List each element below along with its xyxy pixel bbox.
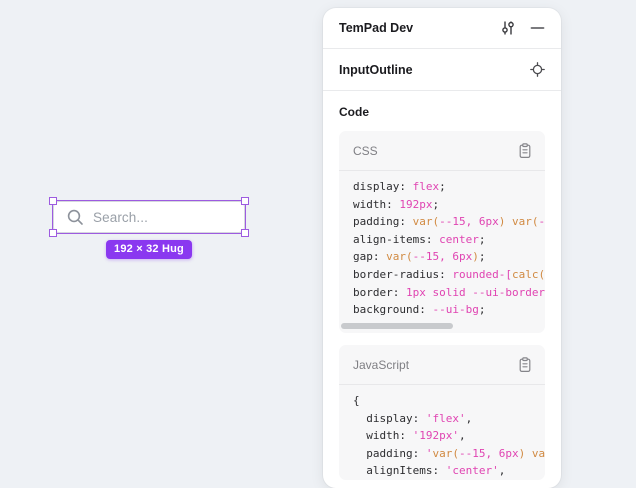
javascript-card-title: JavaScript xyxy=(353,358,518,372)
code-line: padding: 'var(--15, 6px) var xyxy=(353,445,545,463)
code-line: width: 192px; xyxy=(353,196,545,214)
javascript-code-card: JavaScript { display: 'flex', width: '19… xyxy=(339,345,545,480)
code-line: { xyxy=(353,392,545,410)
code-line: border: 1px solid --ui-border- xyxy=(353,284,545,302)
locate-target-icon[interactable] xyxy=(530,62,545,77)
css-card-title: CSS xyxy=(353,144,518,158)
css-code-card: CSS display: flex;width: 192px;padding: … xyxy=(339,131,545,333)
tempad-dev-panel: TemPad Dev InputOutline xyxy=(323,8,561,488)
search-input-component[interactable]: Search... xyxy=(53,201,245,233)
minimize-icon[interactable] xyxy=(530,20,545,36)
javascript-code[interactable]: { display: 'flex', width: '192px', paddi… xyxy=(339,385,545,480)
code-line: padding: var(--15, 6px) var(-- xyxy=(353,213,545,231)
panel-title: TemPad Dev xyxy=(339,21,500,35)
code-line: border-radius: rounded-[calc(v xyxy=(353,266,545,284)
copy-clipboard-icon[interactable] xyxy=(518,357,532,373)
size-badge: 192 × 32 Hug xyxy=(106,240,192,259)
code-line: background: --ui-bg; xyxy=(353,301,545,319)
css-card-header: CSS xyxy=(339,131,545,171)
selected-component-row: InputOutline xyxy=(323,49,561,91)
code-line: gap: var(--15, 6px); xyxy=(353,248,545,266)
code-line: alignItems: 'center', xyxy=(353,462,545,480)
panel-header: TemPad Dev xyxy=(323,8,561,49)
copy-clipboard-icon[interactable] xyxy=(518,143,532,159)
code-line: display: flex; xyxy=(353,178,545,196)
code-line: align-items: center; xyxy=(353,231,545,249)
horizontal-scrollbar[interactable] xyxy=(339,320,545,333)
component-name: InputOutline xyxy=(339,63,530,77)
search-icon xyxy=(66,208,84,226)
scrollbar-thumb[interactable] xyxy=(341,323,453,329)
code-line: width: '192px', xyxy=(353,427,545,445)
css-code[interactable]: display: flex;width: 192px;padding: var(… xyxy=(339,171,545,319)
search-placeholder-text: Search... xyxy=(93,210,148,225)
code-section-title: Code xyxy=(339,105,545,119)
settings-sliders-icon[interactable] xyxy=(500,20,516,36)
javascript-card-header: JavaScript xyxy=(339,345,545,385)
code-section: Code CSS display: flex;width: 192px;padd… xyxy=(323,91,561,480)
code-line: display: 'flex', xyxy=(353,410,545,428)
